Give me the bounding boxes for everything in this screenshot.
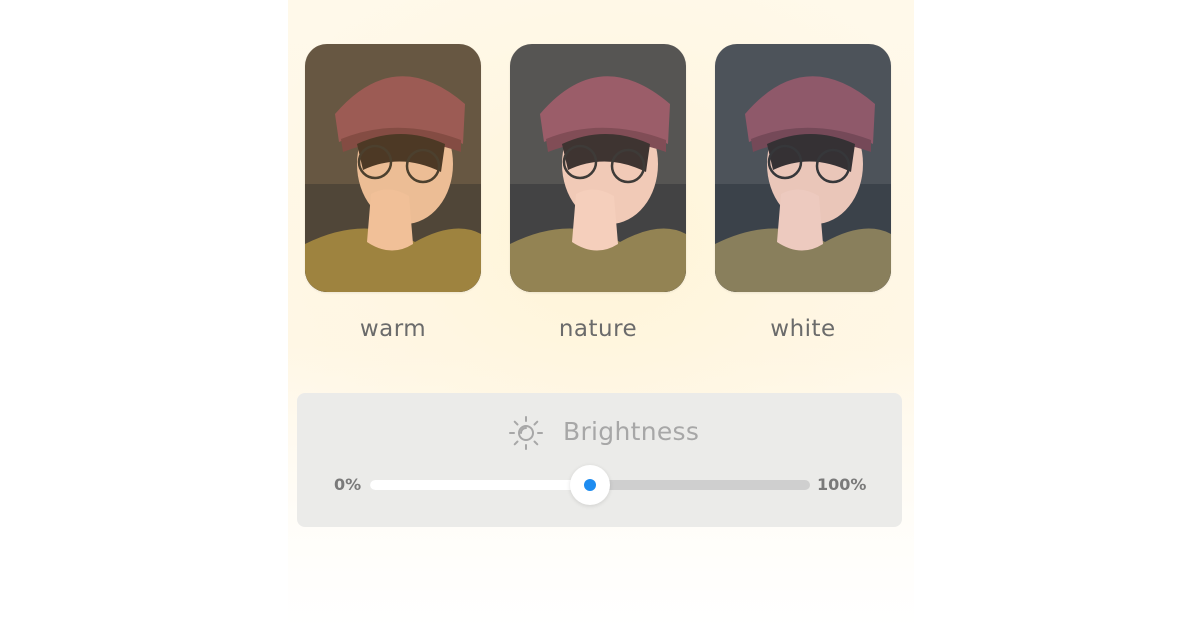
- brightness-control: Brightness 0% 100%: [297, 393, 902, 527]
- preset-warm[interactable]: warm: [305, 44, 483, 344]
- preset-white-label: white: [770, 316, 836, 342]
- stage: warm nature white Brightness 0% 100%: [0, 0, 1200, 628]
- sun-icon: [508, 415, 544, 451]
- slider-thumb[interactable]: [570, 465, 610, 505]
- slider-thumb-dot: [584, 479, 596, 491]
- portrait-image: [305, 44, 481, 292]
- preset-warm-label: warm: [359, 316, 427, 342]
- slider-min-label: 0%: [334, 475, 362, 494]
- brightness-slider[interactable]: [370, 465, 810, 505]
- preset-white[interactable]: white: [715, 44, 893, 344]
- preset-white-thumbnail[interactable]: [715, 44, 891, 292]
- preset-nature-thumbnail[interactable]: [510, 44, 686, 292]
- preset-warm-thumbnail[interactable]: [305, 44, 481, 292]
- brightness-title: Brightness: [563, 417, 700, 446]
- slider-fill: [370, 480, 590, 490]
- preset-nature-label: nature: [558, 316, 638, 342]
- portrait-image: [715, 44, 891, 292]
- brightness-header: Brightness: [297, 415, 902, 451]
- portrait-image: [510, 44, 686, 292]
- slider-max-label: 100%: [817, 475, 867, 494]
- light-preset-list: warm nature white: [305, 44, 895, 354]
- preset-nature[interactable]: nature: [510, 44, 688, 344]
